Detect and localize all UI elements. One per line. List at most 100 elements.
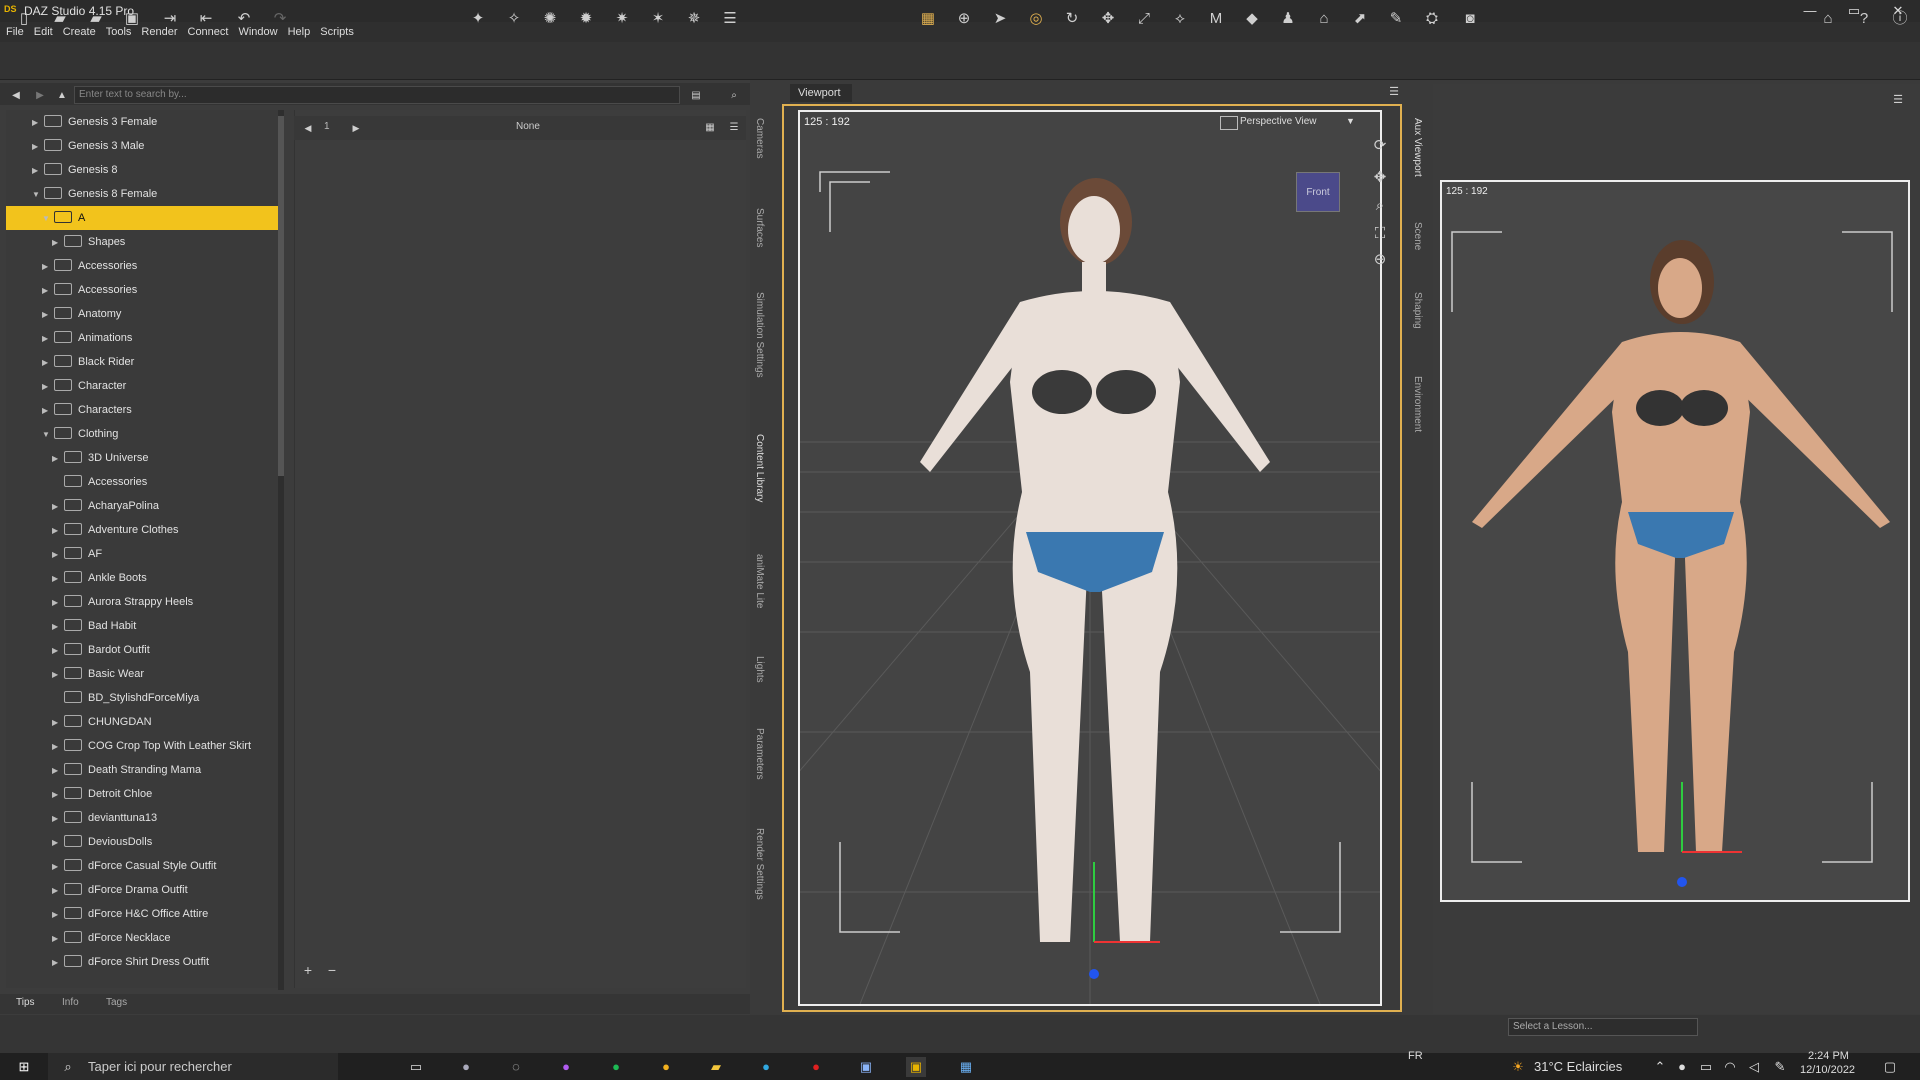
collapsed-arrow-icon[interactable]: ▶	[52, 495, 62, 519]
layout-icon[interactable]: ☰	[720, 9, 740, 29]
pan-icon[interactable]: ✥	[1370, 168, 1390, 188]
tree-item[interactable]: ▶ Animations	[6, 326, 278, 350]
preset-label[interactable]: None	[516, 121, 540, 132]
collapsed-arrow-icon[interactable]: ▶	[52, 759, 62, 783]
geometry-editor-icon[interactable]: ✎	[1386, 9, 1406, 29]
tree-item[interactable]: ▶ 3D Universe	[6, 446, 278, 470]
collapsed-arrow-icon[interactable]: ▶	[52, 231, 62, 255]
up-icon[interactable]: ▲	[52, 86, 72, 106]
tree-item[interactable]: ▶ dForce H&C Office Attire	[6, 902, 278, 926]
tree-item[interactable]: ▶ Aurora Strappy Heels	[6, 590, 278, 614]
file-explorer-icon[interactable]: ▰	[706, 1057, 726, 1077]
wifi-icon[interactable]: ◠	[1720, 1057, 1740, 1077]
undo-icon[interactable]: ↶	[234, 9, 254, 29]
camera-tool-icon[interactable]: ⌂	[1314, 9, 1334, 29]
tab-shaping[interactable]: Shaping	[1412, 292, 1423, 329]
expanded-arrow-icon[interactable]: ▼	[32, 183, 42, 207]
tab-scene[interactable]: Scene	[1412, 222, 1423, 250]
collapsed-arrow-icon[interactable]: ▶	[52, 879, 62, 903]
active-pose-tool-icon[interactable]: ◎	[1026, 9, 1046, 29]
joint-editor-icon[interactable]: ⟡	[1170, 9, 1190, 29]
collapsed-arrow-icon[interactable]: ▶	[32, 135, 42, 159]
tree-item[interactable]: ▶ Detroit Chloe	[6, 782, 278, 806]
collapsed-arrow-icon[interactable]: ▶	[52, 663, 62, 687]
tree-item[interactable]: ▶ Shapes	[6, 230, 278, 254]
grid-view-icon[interactable]: ▦	[700, 118, 720, 138]
tree-item[interactable]: ▶ Characters	[6, 398, 278, 422]
tree-item[interactable]: ▶ Adventure Clothes	[6, 518, 278, 542]
app-icon[interactable]: ●	[456, 1057, 476, 1077]
menu-scripts[interactable]: Scripts	[320, 26, 354, 38]
menu-help[interactable]: Help	[288, 26, 311, 38]
create-pointlight-icon[interactable]: ✹	[576, 9, 596, 29]
reset-view-icon[interactable]: ⊖	[1370, 250, 1390, 270]
prev-page-icon[interactable]: ◀	[298, 118, 318, 138]
collapsed-arrow-icon[interactable]: ▶	[52, 615, 62, 639]
view-cube[interactable]: Front	[1296, 172, 1340, 212]
clock-time[interactable]: 2:24 PM	[1808, 1050, 1849, 1062]
zoom-icon[interactable]: ⌕	[1370, 196, 1390, 216]
viewport-tab[interactable]: Viewport	[790, 84, 852, 102]
viewport[interactable]	[798, 110, 1382, 1006]
taskbar-search-input[interactable]: Taper ici pour rechercher	[48, 1053, 338, 1080]
tree-item[interactable]: ▶ COG Crop Top With Leather Skirt	[6, 734, 278, 758]
tab-info[interactable]: Info	[62, 997, 79, 1008]
aux-menu-icon[interactable]: ☰	[1888, 90, 1908, 110]
view-options-icon[interactable]: ▤	[686, 86, 706, 106]
tab-content-library[interactable]: Content Library	[754, 434, 765, 502]
help-icon[interactable]: ⓘ	[1890, 9, 1910, 29]
calculator-icon[interactable]: ▦	[956, 1057, 976, 1077]
collapsed-arrow-icon[interactable]: ▶	[42, 303, 52, 327]
collapsed-arrow-icon[interactable]: ▶	[32, 159, 42, 183]
collapsed-arrow-icon[interactable]: ▶	[52, 639, 62, 663]
universal-tool-icon[interactable]: ⊕	[954, 9, 974, 29]
tab-render-settings[interactable]: Render Settings	[754, 828, 765, 900]
tree-item[interactable]: ▶ Death Stranding Mama	[6, 758, 278, 782]
collapsed-arrow-icon[interactable]: ▶	[52, 447, 62, 471]
collapsed-arrow-icon[interactable]: ▶	[52, 855, 62, 879]
figure-tool-icon[interactable]: ♟	[1278, 9, 1298, 29]
save-icon[interactable]: ▣	[122, 9, 142, 29]
pen-icon[interactable]: ✎	[1770, 1057, 1790, 1077]
volume-icon[interactable]: ◁	[1744, 1057, 1764, 1077]
create-light-icon[interactable]: ✧	[504, 9, 524, 29]
tree-item[interactable]: ▶ AcharyaPolina	[6, 494, 278, 518]
tab-surfaces[interactable]: Surfaces	[754, 208, 765, 247]
create-spotlight-icon[interactable]: ✺	[540, 9, 560, 29]
export-icon[interactable]: ⇤	[196, 9, 216, 29]
back-icon[interactable]: ◀	[6, 86, 26, 106]
collapsed-arrow-icon[interactable]: ▶	[52, 543, 62, 567]
collapsed-arrow-icon[interactable]: ▶	[52, 783, 62, 807]
list-view-icon[interactable]: ☰	[724, 118, 744, 138]
rotate-tool-icon[interactable]: ↻	[1062, 9, 1082, 29]
next-page-icon[interactable]: ▶	[346, 118, 366, 138]
collapsed-arrow-icon[interactable]: ▶	[52, 903, 62, 927]
tree-item[interactable]: ▶ Basic Wear	[6, 662, 278, 686]
render-settings-icon[interactable]: ⛭	[1422, 9, 1442, 29]
render-icon[interactable]: ◙	[1460, 9, 1480, 29]
tree-item[interactable]: ▶ dForce Necklace	[6, 926, 278, 950]
add-icon[interactable]: +	[298, 960, 318, 980]
battery-icon[interactable]: ▭	[1696, 1057, 1716, 1077]
merge-file-icon[interactable]: ▰	[86, 9, 106, 29]
home-icon[interactable]: ⌂	[1818, 9, 1838, 29]
collapsed-arrow-icon[interactable]: ▶	[52, 567, 62, 591]
daz-studio-icon[interactable]: ▣	[906, 1057, 926, 1077]
input-language[interactable]: FR	[1408, 1050, 1423, 1062]
opera-icon[interactable]: ●	[806, 1057, 826, 1077]
collapsed-arrow-icon[interactable]: ▶	[32, 111, 42, 135]
tree-item[interactable]: ▶ Black Rider	[6, 350, 278, 374]
task-view-icon[interactable]: ▭	[406, 1057, 426, 1077]
create-node-icon[interactable]: ✵	[684, 9, 704, 29]
whats-this-icon[interactable]: ?	[1854, 9, 1874, 29]
search-icon[interactable]: ⌕	[724, 86, 744, 106]
microphone-icon[interactable]: ●	[1672, 1057, 1692, 1077]
tree-scrollbar-thumb[interactable]	[278, 116, 284, 476]
remove-icon[interactable]: −	[322, 960, 342, 980]
frame-icon[interactable]: ⛶	[1370, 224, 1390, 244]
tree-item[interactable]: ▶ Accessories	[6, 278, 278, 302]
lesson-select[interactable]: Select a Lesson...	[1508, 1018, 1698, 1036]
tab-tips[interactable]: Tips	[16, 997, 35, 1008]
notifications-icon[interactable]: ▢	[1880, 1057, 1900, 1077]
tree-item[interactable]: Accessories	[6, 470, 278, 494]
